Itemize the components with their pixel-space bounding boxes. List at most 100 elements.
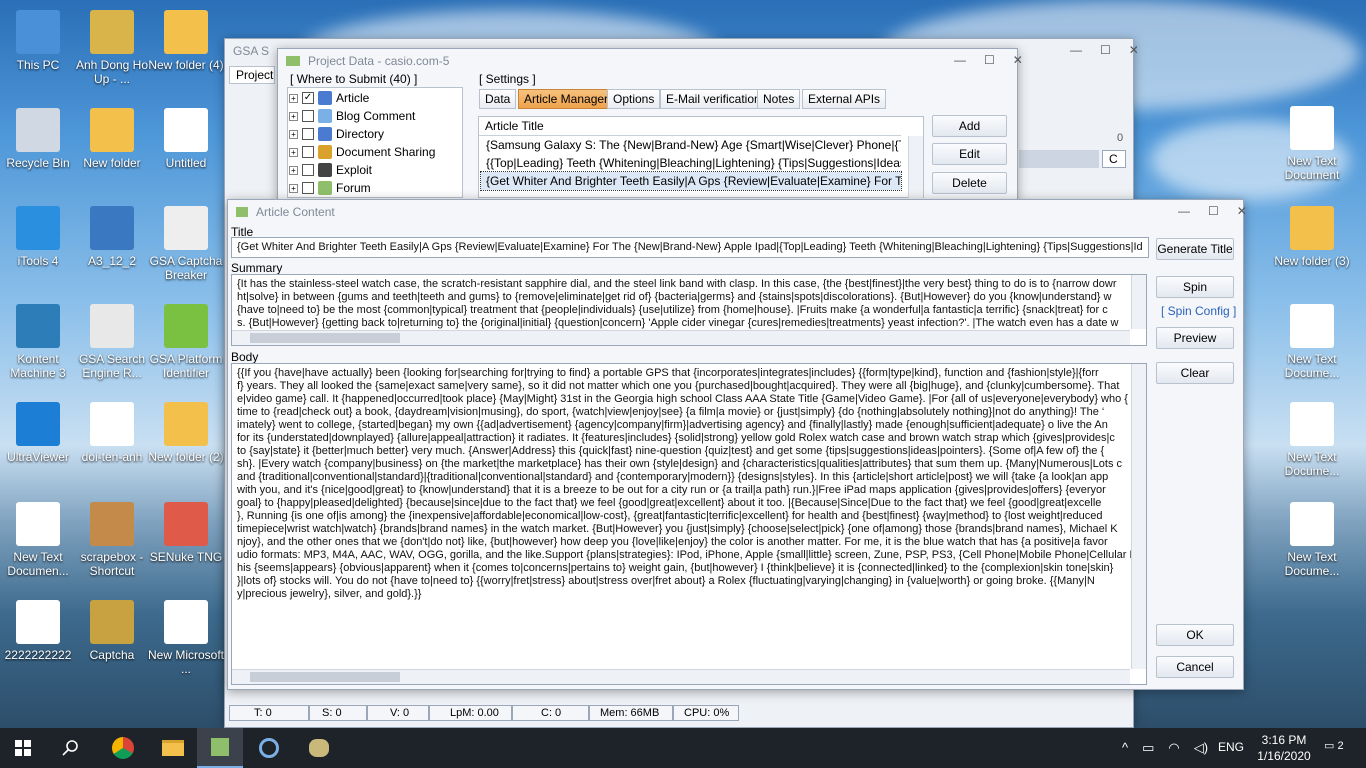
volume-icon[interactable]: ◁) (1194, 740, 1208, 756)
chevron-up-icon[interactable]: ^ (1122, 740, 1128, 756)
clear-button[interactable]: Clear (1156, 362, 1234, 384)
desktop-icon[interactable]: GSA Platform Identifier (148, 304, 224, 380)
title-input[interactable]: {Get Whiter And Brighter Teeth Easily|A … (231, 237, 1149, 258)
checkbox[interactable] (302, 128, 314, 140)
expand-icon[interactable]: + (289, 147, 298, 157)
desktop-icon[interactable]: Untitled (148, 108, 224, 170)
close-icon[interactable]: ✕ (1129, 43, 1139, 57)
tree-item[interactable]: + Directory (289, 125, 384, 143)
wifi-icon[interactable]: ◠ (1168, 740, 1179, 756)
tab-project[interactable]: Project (229, 66, 275, 84)
desktop-icon[interactable]: Captcha (74, 600, 150, 662)
desktop-icon[interactable]: New Text Docume... (1274, 304, 1350, 380)
maximize-icon[interactable]: ☐ (1100, 43, 1111, 57)
add-button[interactable]: Add (932, 115, 1007, 137)
close-icon[interactable]: ✕ (1013, 53, 1023, 67)
taskbar-app3[interactable] (296, 728, 342, 768)
body-hscroll-thumb[interactable] (250, 672, 400, 682)
desktop-icon[interactable]: iTools 4 (0, 206, 76, 268)
desktop-icon[interactable]: SENuke TNG (148, 502, 224, 564)
tab-options[interactable]: Options (607, 89, 661, 109)
tree-item[interactable]: + Exploit (289, 161, 372, 179)
checkbox[interactable] (302, 182, 314, 194)
tree-item[interactable]: + Document Sharing (289, 143, 435, 161)
tree-item[interactable]: + Blog Comment (289, 107, 415, 125)
project-data-titlebar[interactable]: Project Data - casio.com-5 (278, 49, 1017, 73)
desktop-icon[interactable]: doi-ten-anh (74, 402, 150, 464)
notification-button[interactable]: ▭ 2 (1324, 739, 1344, 752)
checkbox[interactable] (302, 110, 314, 122)
article-list-row[interactable]: {{Top|Leading} Teeth {Whitening|Bleachin… (481, 154, 901, 172)
battery-icon[interactable]: ▭ (1142, 740, 1154, 756)
delete-button[interactable]: Delete (932, 172, 1007, 194)
article-list-header[interactable]: Article Title (479, 117, 901, 136)
maximize-icon[interactable]: ☐ (984, 53, 995, 67)
desktop-icon[interactable]: GSA Captcha Breaker (148, 206, 224, 282)
generate-title-button[interactable]: Generate Title (1156, 238, 1234, 260)
desktop-icon[interactable]: Anh Dong Ho Up - ... (74, 10, 150, 86)
taskbar-app2[interactable] (246, 728, 292, 768)
language-indicator[interactable]: ENG (1218, 740, 1244, 754)
desktop-icon[interactable]: New Text Document (1274, 106, 1350, 182)
article-content-controls[interactable]: — ☐ ✕ (1178, 204, 1247, 218)
desktop-icon[interactable]: Kontent Machine 3 (0, 304, 76, 380)
taskbar-gsa[interactable] (197, 728, 243, 768)
tab-article-manager[interactable]: Article Manager (518, 89, 615, 109)
body-textarea[interactable]: {{If you {have|have actually} been {look… (231, 363, 1147, 685)
desktop-icon[interactable]: Recycle Bin (0, 108, 76, 170)
checkbox[interactable] (302, 164, 314, 176)
expand-icon[interactable]: + (289, 111, 298, 121)
checkbox[interactable]: ✓ (302, 92, 314, 104)
expand-icon[interactable]: + (289, 129, 298, 139)
desktop-icon[interactable]: New folder (4) (148, 10, 224, 72)
maximize-icon[interactable]: ☐ (1208, 204, 1219, 218)
summary-vscrollbar[interactable] (1131, 275, 1146, 329)
tab-e-mail-verification[interactable]: E-Mail verification (660, 89, 767, 109)
ok-button[interactable]: OK (1156, 624, 1234, 646)
tab-external-apis[interactable]: External APIs (802, 89, 887, 109)
desktop-icon[interactable]: A3_12_2 (74, 206, 150, 268)
gsa-main-controls[interactable]: — ☐ ✕ (1070, 43, 1139, 57)
clock[interactable]: 3:16 PM 1/16/2020 (1254, 732, 1314, 764)
article-list-row[interactable]: {Get Whiter And Brighter Teeth Easily|A … (480, 171, 902, 191)
desktop-icon[interactable]: New Text Docume... (1274, 402, 1350, 478)
minimize-icon[interactable]: — (1178, 204, 1190, 218)
tree-item[interactable]: + Forum (289, 179, 371, 197)
desktop-icon[interactable]: GSA Search Engine R... (74, 304, 150, 380)
taskbar-chrome[interactable] (100, 728, 146, 768)
desktop-icon[interactable]: New folder (2) (148, 402, 224, 464)
desktop-icon[interactable]: UltraViewer (0, 402, 76, 464)
article-content-titlebar[interactable]: Article Content (228, 200, 1243, 224)
desktop-icon[interactable]: New Microsoft ... (148, 600, 224, 676)
body-hscrollbar[interactable] (232, 669, 1130, 684)
desktop-icon[interactable]: This PC (0, 10, 76, 72)
article-list-row[interactable]: {Samsung Galaxy S: The {New|Brand-New} A… (481, 136, 901, 154)
close-icon[interactable]: ✕ (1237, 204, 1247, 218)
minimize-icon[interactable]: — (954, 53, 966, 67)
article-list-scrollbar[interactable] (908, 136, 923, 198)
tree-item[interactable]: + ✓ Article (289, 89, 369, 107)
expand-icon[interactable]: + (289, 165, 298, 175)
desktop-icon[interactable]: New Text Docume... (1274, 502, 1350, 578)
summary-hscrollbar[interactable] (232, 330, 1130, 345)
taskbar-explorer[interactable] (150, 728, 196, 768)
desktop-icon[interactable]: 2222222222 (0, 600, 76, 662)
start-button[interactable] (0, 728, 46, 768)
desktop-icon[interactable]: New Text Documen... (0, 502, 76, 578)
project-data-controls[interactable]: — ☐ ✕ (954, 53, 1023, 67)
search-button[interactable] (48, 728, 94, 768)
spin-button[interactable]: Spin (1156, 276, 1234, 298)
desktop-icon[interactable]: New folder (3) (1274, 206, 1350, 268)
desktop-icon[interactable]: New folder (74, 108, 150, 170)
desktop-icon[interactable]: scrapebox - Shortcut (74, 502, 150, 578)
preview-button[interactable]: Preview (1156, 327, 1234, 349)
expand-icon[interactable]: + (289, 183, 298, 193)
system-tray[interactable]: ^ ▭ ◠ ◁) (1122, 740, 1208, 756)
checkbox[interactable] (302, 146, 314, 158)
tab-notes[interactable]: Notes (757, 89, 801, 109)
expand-icon[interactable]: + (289, 93, 298, 103)
spin-config-link[interactable]: [ Spin Config ] (1161, 304, 1236, 318)
tab-data[interactable]: Data (479, 89, 517, 109)
summary-hscroll-thumb[interactable] (250, 333, 400, 343)
cancel-button[interactable]: Cancel (1156, 656, 1234, 678)
